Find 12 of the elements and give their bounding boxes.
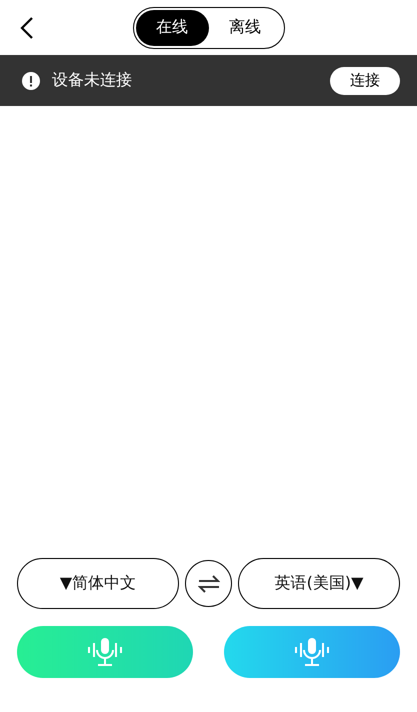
swap-arrows-icon: [198, 574, 220, 592]
microphone-button[interactable]: [224, 626, 400, 678]
mode-tab[interactable]: 在线: [136, 10, 208, 46]
status-message: 设备未连接: [52, 70, 133, 91]
target-language-button[interactable]: 英语(美国)▼: [238, 558, 400, 609]
back-icon[interactable]: [20, 16, 34, 40]
swap-button[interactable]: [185, 560, 232, 607]
connect-button[interactable]: 连接: [330, 66, 400, 94]
source-language-button[interactable]: ▼简体中文: [17, 558, 179, 609]
microphone-icon: [292, 637, 332, 667]
warning-icon: [22, 72, 40, 90]
microphone-icon: [85, 637, 125, 667]
